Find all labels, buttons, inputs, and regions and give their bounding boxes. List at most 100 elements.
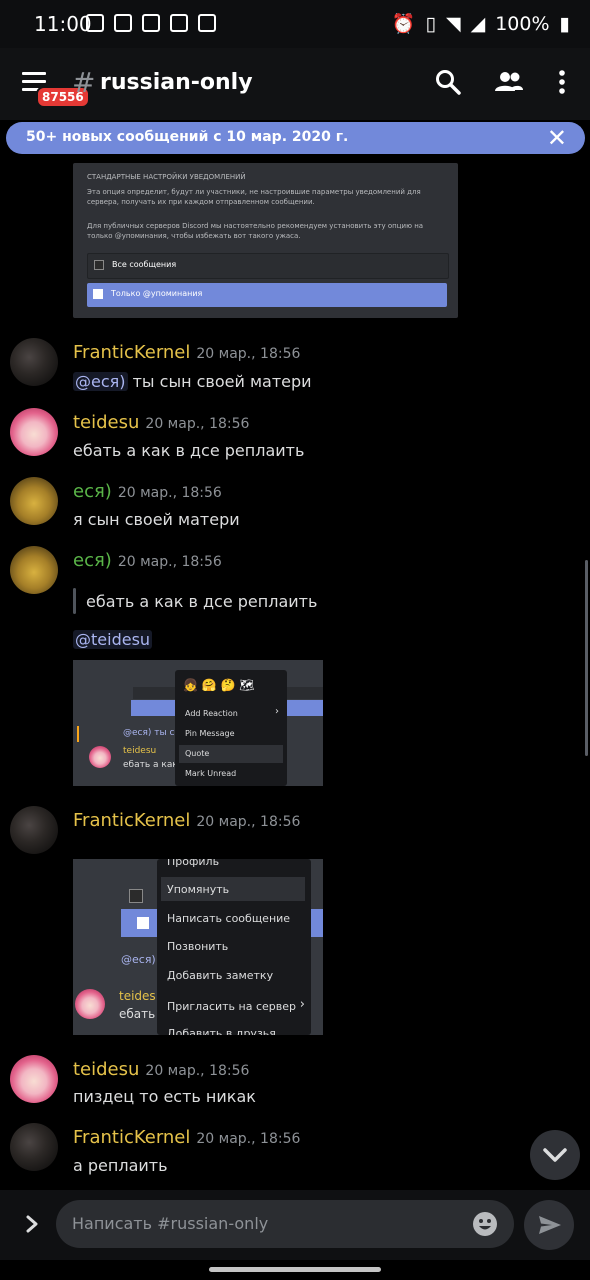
message-body: ебать а как в дсе реплаить	[73, 441, 305, 460]
notification-icons	[86, 12, 216, 34]
telegram-icon	[170, 14, 188, 32]
message-input[interactable]: Написать #russian-only	[56, 1200, 514, 1248]
option-label: Все сообщения	[112, 260, 177, 269]
shot-username: teides	[119, 989, 156, 1003]
embed-paragraph: Для публичных серверов Discord мы настоя…	[87, 222, 424, 240]
avatar[interactable]	[10, 338, 58, 386]
signal-icon: ◢	[470, 12, 486, 35]
message-body: пиздец то есть никак	[73, 1087, 256, 1106]
username[interactable]: teidesu	[73, 1059, 139, 1080]
message-text: @еся) ты сын своей матери	[73, 372, 312, 391]
message-header: еся) 20 мар., 18:56	[73, 550, 222, 571]
embed-heading: СТАНДАРТНЫЕ НАСТРОЙКИ УВЕДОМЛЕНИЙ	[87, 173, 246, 181]
jump-to-bottom-button[interactable]	[530, 1130, 580, 1180]
mention[interactable]: @teidesu	[73, 630, 153, 649]
battery-percent: 100%	[495, 12, 550, 35]
status-time: 11:00	[34, 12, 92, 36]
timestamp: 20 мар., 18:56	[145, 416, 250, 432]
avatar[interactable]	[10, 408, 58, 456]
vibrate-icon: ▯	[425, 12, 436, 35]
checkbox-checked-icon	[93, 289, 103, 299]
menu-item: Написать сообщение	[167, 912, 291, 925]
quote-bar	[73, 588, 76, 614]
timestamp: 20 мар., 18:56	[145, 1063, 250, 1079]
avatar[interactable]	[10, 1055, 58, 1103]
avatar[interactable]	[10, 477, 58, 525]
chevron-down-icon	[543, 1148, 567, 1162]
chevron-right-icon[interactable]	[22, 1214, 42, 1234]
message-header: FranticKernel 20 мар., 18:56	[73, 342, 300, 363]
menu-item: Пригласить на сервер	[167, 1000, 296, 1013]
username[interactable]: FranticKernel	[73, 810, 190, 831]
battery-icon: ▮	[559, 12, 570, 35]
menu-item: Добавить в друзья	[167, 1027, 276, 1035]
shot-mention: @еся)	[121, 953, 156, 966]
search-icon[interactable]	[434, 68, 462, 96]
scrollbar[interactable]	[585, 560, 588, 756]
mail-icon	[86, 14, 104, 32]
message-header: FranticKernel 20 мар., 18:56	[73, 1127, 300, 1148]
avatar[interactable]	[10, 806, 58, 854]
shot-text: ебать	[119, 1007, 156, 1021]
gesture-bar[interactable]	[209, 1267, 381, 1272]
shot-username: teidesu	[123, 746, 157, 756]
avatar[interactable]	[10, 1123, 58, 1171]
shield-icon	[142, 14, 160, 32]
menu-item: Quote	[185, 749, 210, 758]
timestamp: 20 мар., 18:56	[117, 554, 222, 570]
menu-item: Добавить заметку	[167, 969, 274, 982]
message-header: teidesu 20 мар., 18:56	[73, 412, 249, 433]
emoji-icon[interactable]	[472, 1211, 498, 1237]
image-attachment[interactable]: @еся) teides ебать Профиль Упомянуть Нап…	[73, 859, 323, 1035]
timestamp: 20 мар., 18:56	[196, 1131, 301, 1147]
banner-text: 50+ новых сообщений с 10 мар. 2020 г.	[26, 129, 349, 145]
option-label: Только @упоминания	[111, 289, 203, 298]
message-body: а реплаить	[73, 1156, 168, 1175]
wifi-icon: ◥	[445, 12, 461, 35]
channel-header: 87556 # russian-only	[0, 48, 590, 120]
menu-item: Упомянуть	[167, 883, 230, 896]
chevron-right-icon: ›	[275, 706, 279, 717]
mention[interactable]: @еся)	[73, 372, 128, 391]
app-icon	[114, 14, 132, 32]
shot-mention: @еся) ты сы	[123, 728, 182, 738]
hash-icon: #	[72, 66, 96, 99]
message-body: ты сын своей матери	[127, 372, 312, 391]
channel-title: russian-only	[100, 70, 253, 95]
username[interactable]: teidesu	[73, 412, 139, 433]
context-menu: Профиль Упомянуть Написать сообщение Поз…	[157, 859, 311, 1035]
context-menu: 👧 🤗 🤔 🗺 Add Reaction › Pin Message Quote…	[175, 670, 287, 786]
quote-text: ебать а как в дсе реплаить	[86, 592, 318, 611]
close-icon[interactable]: ✕	[547, 124, 567, 152]
image-attachment[interactable]: СТАНДАРТНЫЕ НАСТРОЙКИ УВЕДОМЛЕНИЙ Эта оп…	[73, 163, 458, 318]
message-composer: Написать #russian-only	[0, 1190, 590, 1260]
chevron-right-icon: ›	[299, 997, 305, 1012]
menu-item: Pin Message	[185, 729, 235, 738]
message-header: FranticKernel 20 мар., 18:56	[73, 810, 300, 831]
send-button[interactable]	[524, 1200, 574, 1250]
timestamp: 20 мар., 18:56	[117, 485, 222, 501]
emoji-row: 👧 🤗 🤔 🗺	[183, 678, 255, 692]
avatar[interactable]	[10, 546, 58, 594]
status-bar: 11:00 ⏰ ▯ ◥ ◢ 100% ▮	[0, 0, 590, 48]
option-all-messages: Все сообщения	[87, 253, 449, 279]
username[interactable]: FranticKernel	[73, 1127, 190, 1148]
menu-item: Mark Unread	[185, 769, 237, 778]
system-icons: ⏰ ▯ ◥ ◢ 100% ▮	[392, 12, 570, 36]
more-vert-icon[interactable]	[548, 68, 576, 96]
menu-item: Позвонить	[167, 940, 229, 953]
image-attachment[interactable]: @еся) ты сы teidesu ебать а как в 👧 🤗 🤔 …	[73, 660, 323, 786]
send-icon	[539, 1216, 561, 1234]
username[interactable]: еся)	[73, 550, 112, 571]
check-icon	[198, 14, 216, 32]
menu-item: Add Reaction	[185, 709, 238, 718]
username[interactable]: FranticKernel	[73, 342, 190, 363]
checkbox-icon	[94, 260, 104, 270]
timestamp: 20 мар., 18:56	[196, 814, 301, 830]
message-header: еся) 20 мар., 18:56	[73, 481, 222, 502]
input-placeholder: Написать #russian-only	[72, 1214, 269, 1233]
members-icon[interactable]	[494, 68, 524, 96]
new-messages-banner[interactable]: 50+ новых сообщений с 10 мар. 2020 г. ✕	[6, 122, 585, 154]
username[interactable]: еся)	[73, 481, 112, 502]
embed-paragraph: Эта опция определит, будут ли участники,…	[87, 188, 421, 206]
